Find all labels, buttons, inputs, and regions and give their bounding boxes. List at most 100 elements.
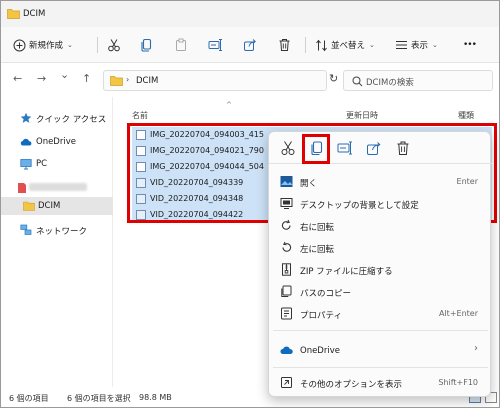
divider (97, 37, 98, 53)
new-button[interactable]: 新規作成 ⌄ (13, 36, 73, 54)
sd-card-icon (18, 183, 26, 193)
properties-icon (281, 307, 292, 320)
share-icon[interactable] (366, 140, 382, 156)
menu-item-open[interactable]: 開く Enter (269, 171, 492, 193)
folder-icon (7, 9, 20, 19)
menu-item-label: デスクトップの背景として設定 (300, 201, 419, 211)
monitor-icon (20, 159, 32, 170)
menu-item-shortcut: Shift+F10 (438, 378, 478, 387)
trash-icon[interactable] (395, 140, 411, 156)
folder-icon (110, 76, 123, 86)
menu-divider (273, 330, 488, 331)
explorer-window: DCIM 新規作成 ⌄ 並べ替え ⌄ 表示 ⌄ ••• ← → ⌄ ↑ › DC… (0, 0, 500, 408)
context-menu: 開く Enter デスクトップの背景として設定 右に回転 左に回転 ZIP ファ… (268, 131, 492, 397)
menu-item-compress-zip[interactable]: ZIP ファイルに圧縮する (269, 259, 492, 281)
refresh-icon[interactable]: ↻ (329, 72, 338, 85)
recent-button[interactable]: ⌄ (60, 69, 69, 81)
column-header-name[interactable]: 名前 (132, 110, 148, 121)
menu-item-label: パスのコピー (300, 289, 352, 299)
copy-button[interactable] (140, 36, 154, 54)
scissors-icon (108, 39, 120, 52)
more-button[interactable]: ••• (463, 36, 477, 54)
paste-icon (176, 38, 186, 51)
menu-item-shortcut: Enter (456, 177, 478, 186)
desktop-background-icon (280, 198, 293, 209)
folder-icon (23, 201, 35, 211)
address-bar[interactable]: › DCIM ⌄ (103, 70, 421, 91)
chevron-right-icon: › (474, 343, 478, 354)
navigation-pane: クイック アクセス OneDrive PC DCIM ネットワーク (1, 97, 113, 387)
menu-item-shortcut: Alt+Enter (438, 309, 478, 318)
onedrive-cloud-icon (20, 138, 32, 146)
window-title: DCIM (23, 9, 46, 19)
network-icon (20, 224, 32, 235)
search-icon (352, 76, 363, 87)
sort-icon (316, 39, 327, 51)
sidebar-item-dcim[interactable]: DCIM (1, 197, 113, 215)
chevron-down-icon: ⌄ (432, 41, 438, 49)
rename-icon[interactable] (337, 140, 353, 156)
menu-divider (273, 367, 488, 368)
menu-item-label: プロパティ (300, 311, 342, 321)
sidebar-item-label: ネットワーク (36, 227, 88, 237)
status-item-count: 6 個の項目 (9, 394, 49, 403)
status-selected-size: 98.8 MB (139, 393, 172, 402)
menu-item-properties[interactable]: プロパティ Alt+Enter (269, 303, 492, 325)
share-icon (244, 39, 256, 51)
sidebar-item-device[interactable] (1, 179, 113, 197)
trash-icon (279, 39, 290, 51)
command-bar: 新規作成 ⌄ 並べ替え ⌄ 表示 ⌄ ••• (1, 27, 499, 63)
menu-item-rotate-right[interactable]: 右に回転 (269, 215, 492, 237)
search-input[interactable]: DCIMの検索 (343, 70, 493, 91)
view-button[interactable]: 表示 ⌄ (395, 36, 438, 54)
zip-icon (282, 263, 291, 276)
up-button[interactable]: ↑ (82, 73, 91, 85)
copy-path-icon (281, 285, 292, 297)
rotate-left-icon (282, 241, 292, 252)
sidebar-item-label: OneDrive (36, 137, 76, 147)
photo-icon (280, 176, 293, 187)
sidebar-item-quick-access[interactable]: クイック アクセス (1, 109, 113, 127)
delete-button[interactable] (278, 36, 291, 54)
new-button-label: 新規作成 (29, 41, 64, 51)
cut-button[interactable] (107, 36, 121, 54)
menu-item-onedrive[interactable]: OneDrive › (269, 340, 492, 362)
device-name-redacted (29, 183, 87, 191)
more-options-icon (281, 377, 292, 388)
sidebar-item-pc[interactable]: PC (1, 155, 113, 173)
view-label: 表示 (411, 41, 429, 51)
menu-item-label: 左に回転 (300, 245, 335, 255)
more-icon: ••• (463, 40, 477, 50)
scissors-icon[interactable] (280, 140, 296, 156)
star-icon (20, 112, 32, 123)
chevron-down-icon: ⌄ (369, 41, 375, 49)
rename-button[interactable] (208, 36, 223, 54)
column-header-date[interactable]: 更新日時 (346, 110, 378, 121)
menu-item-label: 右に回転 (300, 223, 335, 233)
onedrive-cloud-icon (280, 346, 293, 354)
sort-button[interactable]: 並べ替え ⌄ (315, 36, 375, 54)
rename-icon (208, 39, 222, 51)
share-button[interactable] (243, 36, 257, 54)
column-header-kind[interactable]: 種類 (458, 110, 474, 121)
sidebar-item-onedrive[interactable]: OneDrive (1, 133, 113, 151)
back-button[interactable]: ← (13, 73, 22, 85)
sidebar-item-label: DCIM (38, 201, 61, 211)
menu-item-rotate-left[interactable]: 左に回転 (269, 237, 492, 259)
copy-icon-highlight-frame (302, 134, 330, 164)
status-selected-count: 6 個の項目を選択 (67, 394, 131, 403)
sidebar-item-label: クイック アクセス (36, 115, 107, 125)
sidebar-item-label: PC (36, 159, 48, 169)
menu-item-copy-path[interactable]: パスのコピー (269, 281, 492, 303)
search-placeholder: DCIMの検索 (366, 78, 414, 88)
forward-button[interactable]: → (37, 73, 46, 85)
sort-ascending-icon: ^ (226, 101, 232, 109)
sidebar-item-network[interactable]: ネットワーク (1, 221, 113, 239)
breadcrumb-dcim[interactable]: DCIM (136, 76, 158, 86)
menu-item-set-desktop-background[interactable]: デスクトップの背景として設定 (269, 193, 492, 215)
copy-icon (141, 38, 152, 52)
menu-item-label: その他のオプションを表示 (300, 380, 403, 390)
menu-item-label: 開く (300, 179, 318, 189)
paste-button[interactable] (174, 36, 188, 54)
menu-item-more-options[interactable]: その他のオプションを表示 Shift+F10 (269, 372, 492, 394)
